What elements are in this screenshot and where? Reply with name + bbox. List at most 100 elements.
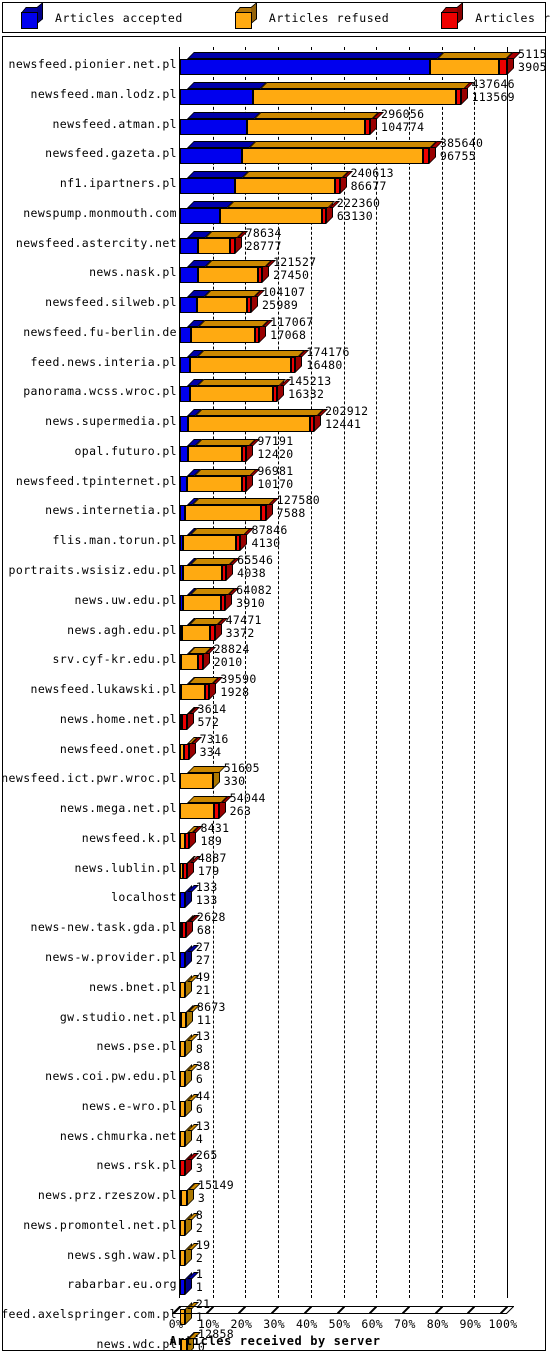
bar-row[interactable]: newsfeed.man.lodz.pl 437646 113569 <box>3 77 545 107</box>
bar-row[interactable]: feed.news.interia.pl 174176 16480 <box>3 345 545 375</box>
stacked-bar[interactable] <box>180 1034 199 1058</box>
bar-row[interactable]: news.rsk.pl 265 3 <box>3 1148 545 1178</box>
bar-row[interactable]: newsfeed.astercity.net 78634 28777 <box>3 226 545 256</box>
bar-row[interactable]: newsfeed.k.pl 8431 189 <box>3 821 545 851</box>
stacked-bar[interactable] <box>180 290 265 314</box>
bar-row-label: newsfeed.silweb.pl <box>45 295 177 310</box>
stacked-bar[interactable] <box>180 230 249 254</box>
bar-row[interactable]: news-w.provider.pl 27 27 <box>3 940 545 970</box>
bar-row-label: news.agh.edu.pl <box>67 622 177 637</box>
stacked-bar[interactable] <box>180 796 233 820</box>
stacked-bar[interactable] <box>180 468 261 492</box>
bar-segment-rejected <box>272 386 278 403</box>
bar-segment-rejected <box>205 684 210 701</box>
bar-top-faces <box>180 319 274 327</box>
bar-row[interactable]: news.mega.net.pl 54044 263 <box>3 791 545 821</box>
x-axis-tick-label: 0% <box>168 1317 184 1331</box>
bar-row[interactable]: newspump.monmouth.com 222360 63130 <box>3 196 545 226</box>
stacked-bar[interactable] <box>180 558 241 582</box>
bar-row[interactable]: nf1.ipartners.pl 240613 86677 <box>3 166 545 196</box>
bar-row[interactable]: srv.cyf-kr.edu.pl 28824 2010 <box>3 642 545 672</box>
bar-row[interactable]: news-new.task.gda.pl 2628 68 <box>3 910 545 940</box>
stacked-bar[interactable] <box>180 319 274 343</box>
bar-row[interactable]: news.chmurka.net 13 4 <box>3 1119 545 1149</box>
bar-front-faces <box>180 178 340 195</box>
stacked-bar[interactable] <box>180 1093 199 1117</box>
stacked-bar[interactable] <box>180 706 201 730</box>
stacked-bar[interactable] <box>180 885 199 909</box>
bar-row[interactable]: newsfeed.tpinternet.pl 96981 10170 <box>3 464 545 494</box>
legend-swatch-cube-icon <box>441 1 464 29</box>
bar-row[interactable]: opal.futuro.pl 97191 12420 <box>3 434 545 464</box>
stacked-bar[interactable] <box>180 1153 199 1177</box>
bar-row[interactable]: news.prz.rzeszow.pl 15149 3 <box>3 1178 545 1208</box>
stacked-bar[interactable] <box>180 528 255 552</box>
stacked-bar[interactable] <box>180 111 384 135</box>
bar-row[interactable]: newsfeed.atman.pl 296056 104774 <box>3 107 545 137</box>
bar-row[interactable]: news.internetia.pl 127580 7588 <box>3 493 545 523</box>
stacked-bar[interactable] <box>180 647 217 671</box>
bar-row-label: news.sgh.waw.pl <box>67 1247 177 1262</box>
stacked-bar[interactable] <box>180 171 354 195</box>
stacked-bar[interactable] <box>180 974 199 998</box>
bar-row[interactable]: newsfeed.pionier.net.pl 511544390547 <box>3 47 545 77</box>
stacked-bar[interactable] <box>180 200 340 224</box>
bar-segment-refused <box>180 981 185 998</box>
bar-row[interactable]: news.e-wro.pl 44 6 <box>3 1089 545 1119</box>
bar-front-faces <box>180 88 461 105</box>
stacked-bar[interactable] <box>180 617 229 641</box>
stacked-bar[interactable] <box>180 379 292 403</box>
bar-row[interactable]: gw.studio.net.pl 8673 11 <box>3 1000 545 1030</box>
bar-row[interactable]: news.bnet.pl 49 21 <box>3 970 545 1000</box>
bar-row[interactable]: newsfeed.fu-berlin.de 117067 17068 <box>3 315 545 345</box>
stacked-bar[interactable] <box>180 766 227 790</box>
bar-row[interactable]: newsfeed.lukawski.pl 39590 1928 <box>3 672 545 702</box>
stacked-bar[interactable] <box>180 349 310 373</box>
bar-row[interactable]: news.agh.edu.pl 47471 3372 <box>3 613 545 643</box>
stacked-bar[interactable] <box>180 1242 199 1266</box>
stacked-bar[interactable] <box>180 409 329 433</box>
bar-row[interactable]: news.sgh.waw.pl 19 2 <box>3 1237 545 1268</box>
stacked-bar[interactable] <box>180 260 277 284</box>
bar-row[interactable]: panorama.wcss.wroc.pl 145213 16332 <box>3 374 545 404</box>
stacked-bar[interactable] <box>180 438 261 462</box>
bar-segment-refused <box>235 178 336 195</box>
stacked-bar[interactable] <box>180 1004 200 1028</box>
stacked-bar[interactable] <box>180 1183 201 1207</box>
bar-row[interactable]: news.promontel.net.pl 8 2 <box>3 1208 545 1238</box>
bar-row[interactable]: flis.man.torun.pl 87846 4130 <box>3 523 545 553</box>
bar-row[interactable]: news.uw.edu.pl 64082 3910 <box>3 583 545 613</box>
stacked-bar[interactable] <box>180 825 204 849</box>
stacked-bar[interactable] <box>180 587 240 611</box>
stacked-bar[interactable] <box>180 141 443 165</box>
stacked-bar[interactable] <box>180 855 201 879</box>
stacked-bar[interactable] <box>180 1064 199 1088</box>
stacked-bar[interactable] <box>180 1123 199 1147</box>
stacked-bar[interactable] <box>180 81 475 105</box>
bar-row[interactable]: portraits.wsisiz.edu.pl 65546 4038 <box>3 553 545 583</box>
bar-segment-rejected <box>184 743 189 760</box>
bar-row[interactable]: news.supermedia.pl 202912 12441 <box>3 404 545 434</box>
bar-row[interactable]: newsfeed.silweb.pl 104107 25989 <box>3 285 545 315</box>
stacked-bar[interactable] <box>180 915 200 939</box>
bar-row[interactable]: news.pse.pl 13 8 <box>3 1029 545 1059</box>
bar-row[interactable]: newsfeed.onet.pl 7316 334 <box>3 732 545 762</box>
stacked-bar[interactable] <box>180 498 280 522</box>
stacked-bar[interactable] <box>180 1212 199 1236</box>
bar-row[interactable]: news.coi.pw.edu.pl 38 6 <box>3 1059 545 1089</box>
bar-row[interactable]: newsfeed.ict.pwr.wroc.pl 51605 330 <box>3 761 545 791</box>
stacked-bar[interactable] <box>180 677 224 701</box>
bar-top-faces <box>180 528 255 536</box>
bar-row[interactable]: localhost 133 133 <box>3 880 545 910</box>
bar-segment-rejected <box>242 475 247 492</box>
bar-row[interactable]: news.home.net.pl 3614 572 <box>3 702 545 732</box>
bar-row[interactable]: news.nask.pl 121527 27450 <box>3 255 545 285</box>
stacked-bar[interactable] <box>180 736 203 760</box>
bar-row[interactable]: news.lublin.pl 4887 179 <box>3 851 545 881</box>
bar-value-refused: 19 <box>195 1237 211 1252</box>
bar-row[interactable]: newsfeed.gazeta.pl 385640 96755 <box>3 136 545 166</box>
stacked-bar[interactable] <box>180 52 521 75</box>
stacked-bar[interactable] <box>180 944 199 968</box>
bar-value-accepted: 572 <box>197 714 220 729</box>
bar-value-accepted: 27450 <box>273 268 310 283</box>
